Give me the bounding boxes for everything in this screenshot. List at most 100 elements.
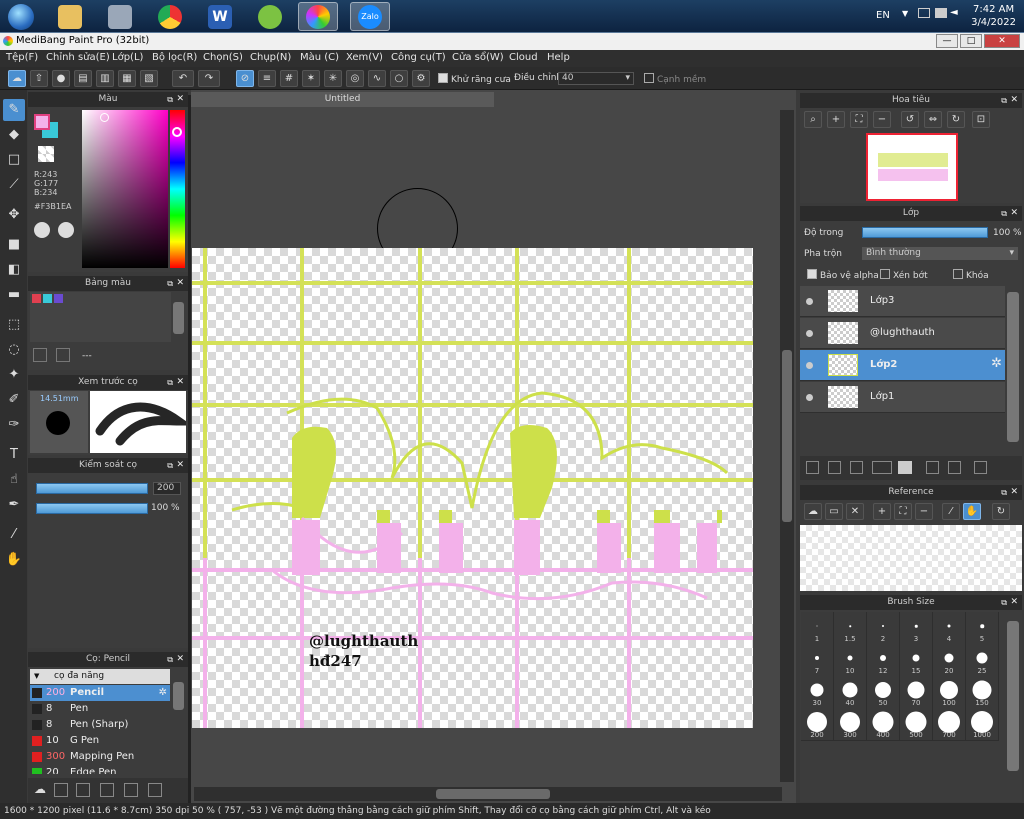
minimize-button[interactable]: — <box>936 34 958 48</box>
duplicate-icon[interactable] <box>124 783 138 797</box>
panel-icon[interactable]: ▧ <box>140 70 158 87</box>
popout-icon[interactable]: ⧉ <box>1001 93 1007 108</box>
volume-icon[interactable]: ◄ <box>950 7 958 18</box>
palette-scrollbar[interactable] <box>173 302 184 334</box>
operation-tool-icon[interactable]: ☝ <box>3 469 25 491</box>
battery-icon[interactable] <box>935 8 947 18</box>
brush-size-cell[interactable]: 4 <box>933 612 966 645</box>
eye-icon[interactable] <box>806 298 813 305</box>
zoom-in-icon[interactable]: + <box>873 503 891 520</box>
start-button[interactable] <box>2 2 40 31</box>
brush-opacity-slider[interactable] <box>36 503 148 514</box>
popout-icon[interactable]: ⧉ <box>1001 206 1007 221</box>
brush-size-cell[interactable]: 5 <box>966 612 999 645</box>
eraser-tool-icon[interactable]: ◆ <box>3 124 25 146</box>
gear-icon[interactable]: ✲ <box>991 356 1002 371</box>
comment-icon[interactable]: ● <box>52 70 70 87</box>
navigator-thumbnail[interactable] <box>866 133 958 201</box>
saturation-value-picker[interactable] <box>82 110 168 268</box>
smooth-checkbox[interactable]: Cạnh mềm <box>644 73 706 85</box>
eye-icon[interactable] <box>806 394 813 401</box>
select-rect-tool-icon[interactable]: ⬚ <box>3 314 25 336</box>
folder-icon[interactable] <box>898 461 912 474</box>
delete-layer-icon[interactable] <box>974 461 987 474</box>
eyedropper-icon[interactable]: ⁄ <box>942 503 960 520</box>
taskbar-zalo[interactable]: Zalo <box>350 2 390 31</box>
text-tool-icon[interactable]: T <box>3 444 25 466</box>
snap-radial-icon[interactable]: ✶ <box>302 70 320 87</box>
rotate-right-icon[interactable]: ↻ <box>947 111 965 128</box>
primary-color-swatch[interactable] <box>34 114 50 130</box>
magic-wand-tool-icon[interactable]: ✦ <box>3 364 25 386</box>
protect-alpha-checkbox[interactable]: Bảo vệ alpha <box>807 269 879 281</box>
cloud-icon[interactable]: ☁ <box>804 503 822 520</box>
add-layer-dropdown-icon[interactable] <box>872 461 892 474</box>
brush-item[interactable]: 300 Mapping Pen <box>30 749 170 765</box>
popout-icon[interactable]: ⧉ <box>1001 595 1007 610</box>
rotate-icon[interactable]: ↻ <box>992 503 1010 520</box>
brush-item[interactable]: 20 Edge Pen <box>30 765 170 774</box>
brush-size-cell[interactable]: 1.5 <box>834 612 867 645</box>
menu-filter[interactable]: Bộ lọc(R) <box>152 52 197 63</box>
palette-swatch[interactable] <box>32 294 41 303</box>
select-eraser-tool-icon[interactable]: ✑ <box>3 414 25 436</box>
close-icon[interactable]: ✕ <box>176 458 184 473</box>
brush-item[interactable]: 8 Pen <box>30 701 170 717</box>
tray-arrow-icon[interactable]: ▼ <box>902 9 908 18</box>
taskbar-app[interactable] <box>250 2 290 31</box>
brush-size-cell[interactable]: 100 <box>933 676 966 709</box>
close-icon[interactable]: ✕ <box>1010 485 1018 500</box>
menu-select[interactable]: Chọn(S) <box>203 52 243 63</box>
language-indicator[interactable]: EN <box>876 10 890 21</box>
brush-size-cell[interactable]: 400 <box>867 708 900 741</box>
brush-item[interactable]: 10 G Pen <box>30 733 170 749</box>
brush-size-cell[interactable]: 15 <box>900 644 933 677</box>
popout-icon[interactable]: ⧉ <box>167 276 173 291</box>
close-icon[interactable]: ✕ <box>176 276 184 291</box>
close-icon[interactable]: ✕ <box>1010 206 1018 221</box>
snap-off-icon[interactable]: ⊘ <box>236 70 254 87</box>
undo-icon[interactable]: ↶ <box>172 70 194 87</box>
grid-icon[interactable]: ▦ <box>118 70 136 87</box>
fill-rect-tool-icon[interactable]: ■ <box>3 234 25 256</box>
layer-item[interactable]: @lughthauth <box>800 318 1005 349</box>
add-brush-icon[interactable] <box>54 783 68 797</box>
popout-icon[interactable]: ⧉ <box>167 375 173 390</box>
new-palette-icon[interactable] <box>33 348 47 362</box>
brush-item[interactable]: 200 Pencil ✲ <box>30 685 170 701</box>
zoom-out-icon[interactable]: − <box>915 503 933 520</box>
layer-item[interactable]: Lớp1 <box>800 382 1005 413</box>
brush-size-cell[interactable]: 20 <box>933 644 966 677</box>
rect-tool-icon[interactable]: □ <box>3 149 25 171</box>
popout-icon[interactable]: ⧉ <box>167 652 173 667</box>
brush-size-cell[interactable]: 25 <box>966 644 999 677</box>
close-button[interactable]: ✕ <box>984 34 1020 48</box>
menu-color[interactable]: Màu (C) <box>300 52 339 63</box>
close-icon[interactable]: ✕ <box>1010 93 1018 108</box>
page-icon[interactable]: ▥ <box>96 70 114 87</box>
zoom-in-icon[interactable]: + <box>827 111 845 128</box>
taskbar-chrome[interactable] <box>150 2 190 31</box>
layer-item[interactable]: Lớp3 <box>800 286 1005 317</box>
popout-icon[interactable]: ⧉ <box>167 92 173 107</box>
snap-curve-icon[interactable]: ∿ <box>368 70 386 87</box>
new-8bit-layer-icon[interactable] <box>850 461 863 474</box>
horizontal-scrollbar[interactable] <box>194 787 782 801</box>
brush-size-cell[interactable]: 7 <box>801 644 834 677</box>
dot-tool-icon[interactable]: ⟋ <box>3 174 25 196</box>
brush-size-cell[interactable]: 30 <box>801 676 834 709</box>
maximize-button[interactable]: □ <box>960 34 982 48</box>
open-folder-icon[interactable]: ▭ <box>825 503 843 520</box>
vertical-scrollbar[interactable] <box>780 110 794 782</box>
close-icon[interactable]: ✕ <box>176 375 184 390</box>
rotate-left-icon[interactable]: ↺ <box>901 111 919 128</box>
layer-scrollbar[interactable] <box>1007 292 1019 442</box>
brush-tool-icon[interactable]: ✎ <box>3 99 25 121</box>
brush-size-cell[interactable]: 50 <box>867 676 900 709</box>
antialias-checkbox[interactable]: Khử răng cưa <box>438 73 511 85</box>
menu-file[interactable]: Tệp(F) <box>6 52 38 63</box>
move-tool-icon[interactable]: ✥ <box>3 204 25 226</box>
brush-size-cell[interactable]: 700 <box>933 708 966 741</box>
menu-view[interactable]: Xem(V) <box>346 52 383 63</box>
eyedropper-tool-icon[interactable]: ⁄ <box>3 524 25 546</box>
